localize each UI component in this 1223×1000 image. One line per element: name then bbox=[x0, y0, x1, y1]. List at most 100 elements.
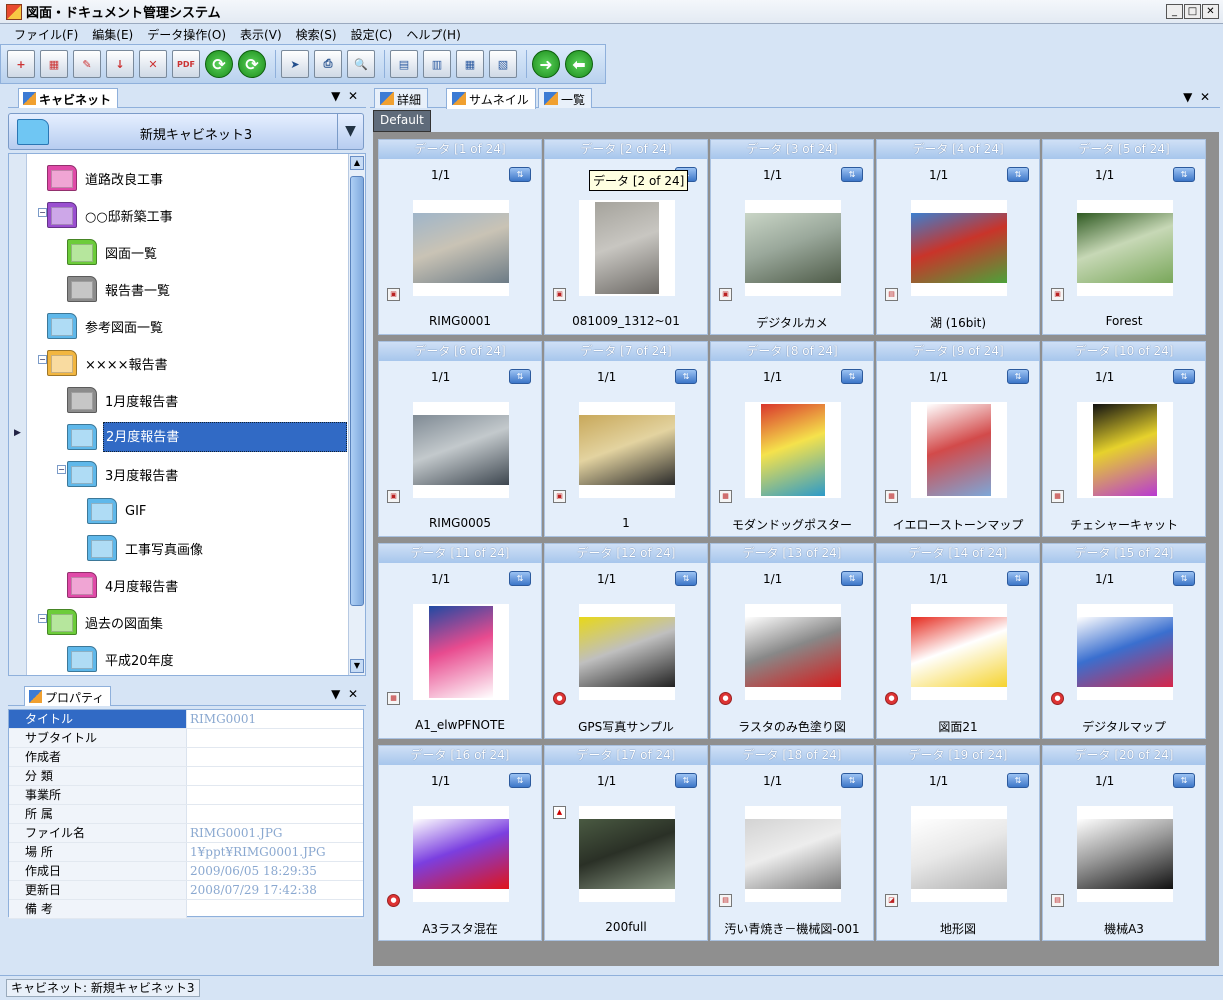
panel-close-button[interactable]: ✕ bbox=[348, 89, 358, 103]
forward-icon[interactable]: ➜ bbox=[532, 50, 560, 78]
tree-item[interactable]: 4月度報告書 bbox=[67, 571, 180, 599]
thumbnail-image-frame[interactable] bbox=[579, 402, 675, 498]
thumbnail-card[interactable]: データ [7 of 24] 1/1 ⇅ ▣ 1 bbox=[544, 341, 708, 537]
tab-cabinet[interactable]: キャビネット bbox=[18, 88, 119, 108]
thumbnail-card[interactable]: データ [20 of 24] 1/1 ⇅ ▤ 機械A3 bbox=[1042, 745, 1206, 941]
tab-view-1[interactable]: サムネイル bbox=[446, 88, 536, 109]
new-folder-icon[interactable]: ▦ bbox=[40, 50, 68, 78]
panel-pin-button[interactable]: ▼ bbox=[1183, 90, 1192, 104]
tree-item[interactable]: 報告書一覧 bbox=[67, 275, 172, 303]
thumbnail-image-frame[interactable] bbox=[579, 200, 675, 296]
page-spinner-icon[interactable]: ⇅ bbox=[841, 571, 863, 586]
thumbnail-card[interactable]: データ [3 of 24] 1/1 ⇅ ▣ デジタルカメ bbox=[710, 139, 874, 335]
tree-item[interactable]: 3月度報告書 bbox=[67, 460, 180, 488]
menu-item-2[interactable]: データ操作(O) bbox=[147, 26, 226, 43]
property-row[interactable]: 所 属 bbox=[9, 805, 363, 824]
page-spinner-icon[interactable]: ⇅ bbox=[1007, 369, 1029, 384]
page-spinner-icon[interactable]: ⇅ bbox=[1007, 167, 1029, 182]
property-value[interactable] bbox=[187, 729, 363, 747]
scroll-down-icon[interactable]: ▼ bbox=[350, 659, 364, 673]
save-green-2-icon[interactable]: ⟳ bbox=[238, 50, 266, 78]
property-row[interactable]: 事業所 bbox=[9, 786, 363, 805]
menu-item-6[interactable]: ヘルプ(H) bbox=[406, 26, 460, 43]
view-thumb-icon[interactable]: ▦ bbox=[456, 50, 484, 78]
property-value[interactable] bbox=[187, 805, 363, 823]
property-value[interactable] bbox=[187, 900, 363, 918]
thumbnail-card[interactable]: データ [15 of 24] 1/1 ⇅ ● デジタルマップ bbox=[1042, 543, 1206, 739]
tree-item[interactable]: 2月度報告書 bbox=[67, 422, 347, 452]
tree-item[interactable]: 図面一覧 bbox=[67, 238, 159, 266]
delete-icon[interactable]: ✕ bbox=[139, 50, 167, 78]
property-row[interactable]: 更新日 2008/07/29 17:42:38 bbox=[9, 881, 363, 900]
property-row[interactable]: 場 所 1¥ppt¥RIMG0001.JPG bbox=[9, 843, 363, 862]
page-spinner-icon[interactable]: ⇅ bbox=[841, 369, 863, 384]
property-value[interactable] bbox=[187, 767, 363, 785]
minimize-button[interactable]: _ bbox=[1166, 4, 1183, 19]
group-tab-default[interactable]: Default bbox=[373, 110, 431, 132]
thumbnail-image-frame[interactable] bbox=[1077, 806, 1173, 902]
view-detail-icon[interactable]: ▤ bbox=[390, 50, 418, 78]
collapse-icon[interactable]: − bbox=[38, 355, 47, 364]
thumbnail-card[interactable]: データ [9 of 24] 1/1 ⇅ ▦ イエローストーンマップ bbox=[876, 341, 1040, 537]
page-spinner-icon[interactable]: ⇅ bbox=[1173, 773, 1195, 788]
property-value[interactable]: 2008/07/29 17:42:38 bbox=[187, 881, 363, 899]
property-row[interactable]: 作成者 bbox=[9, 748, 363, 767]
tree-item[interactable]: 平成20年度 bbox=[67, 645, 176, 673]
back-icon[interactable]: ⬅ bbox=[565, 50, 593, 78]
tree-item[interactable]: GIF bbox=[87, 497, 148, 525]
property-value[interactable]: 1¥ppt¥RIMG0001.JPG bbox=[187, 843, 363, 861]
new-data-icon[interactable]: + bbox=[7, 50, 35, 78]
property-row[interactable]: サブタイトル bbox=[9, 729, 363, 748]
cabinet-selector[interactable]: 新規キャビネット3 ▼ bbox=[8, 113, 364, 150]
view-list-icon[interactable]: ▥ bbox=[423, 50, 451, 78]
thumbnail-card[interactable]: データ [2 of 24]1/1⇅▣081009_1312~01 bbox=[544, 139, 708, 335]
panel-pin-button[interactable]: ▼ bbox=[331, 89, 340, 103]
collapse-icon[interactable]: − bbox=[38, 208, 47, 217]
thumbnail-card[interactable]: データ [13 of 24] 1/1 ⇅ ● ラスタのみ色塗り図 bbox=[710, 543, 874, 739]
tree-item[interactable]: 工事写真画像 bbox=[87, 534, 205, 562]
import-icon[interactable]: ↓ bbox=[106, 50, 134, 78]
thumbnail-card[interactable]: データ [12 of 24] 1/1 ⇅ ● GPS写真サンプル bbox=[544, 543, 708, 739]
thumbnail-image-frame[interactable] bbox=[745, 200, 841, 296]
collapse-icon[interactable]: − bbox=[57, 465, 66, 474]
page-spinner-icon[interactable]: ⇅ bbox=[1173, 571, 1195, 586]
tab-properties[interactable]: プロパティ bbox=[24, 686, 112, 706]
menu-item-0[interactable]: ファイル(F) bbox=[14, 26, 78, 43]
tree-scrollbar[interactable]: ▲ ▼ bbox=[348, 154, 365, 675]
page-spinner-icon[interactable]: ⇅ bbox=[675, 369, 697, 384]
page-spinner-icon[interactable]: ⇅ bbox=[675, 773, 697, 788]
pdf-icon[interactable]: PDF bbox=[172, 50, 200, 78]
menu-item-3[interactable]: 表示(V) bbox=[240, 26, 282, 43]
thumbnail-image-frame[interactable] bbox=[579, 604, 675, 700]
page-spinner-icon[interactable]: ⇅ bbox=[509, 167, 531, 182]
thumbnail-image-frame[interactable] bbox=[745, 806, 841, 902]
thumbnail-card[interactable]: データ [6 of 24] 1/1 ⇅ ▣ RIMG0005 bbox=[378, 341, 542, 537]
thumbnail-image-frame[interactable] bbox=[745, 604, 841, 700]
thumbnail-image-frame[interactable] bbox=[1077, 402, 1173, 498]
page-spinner-icon[interactable]: ⇅ bbox=[1007, 571, 1029, 586]
print-icon[interactable]: ⎙ bbox=[314, 50, 342, 78]
thumbnail-image-frame[interactable] bbox=[413, 200, 509, 296]
thumbnail-image-frame[interactable] bbox=[745, 402, 841, 498]
send-icon[interactable]: ➤ bbox=[281, 50, 309, 78]
thumbnail-card[interactable]: データ [11 of 24] 1/1 ⇅ ▦ A1_elwPFNOTE bbox=[378, 543, 542, 739]
close-button[interactable]: ✕ bbox=[1202, 4, 1219, 19]
page-spinner-icon[interactable]: ⇅ bbox=[841, 167, 863, 182]
thumbnail-image-frame[interactable] bbox=[911, 402, 1007, 498]
panel-pin-button[interactable]: ▼ bbox=[331, 687, 340, 701]
page-spinner-icon[interactable]: ⇅ bbox=[509, 773, 531, 788]
menu-item-1[interactable]: 編集(E) bbox=[92, 26, 133, 43]
thumbnail-image-frame[interactable] bbox=[911, 806, 1007, 902]
property-row[interactable]: ファイル名 RIMG0001.JPG bbox=[9, 824, 363, 843]
thumbnail-image-frame[interactable] bbox=[911, 200, 1007, 296]
thumbnail-card[interactable]: データ [16 of 24] 1/1 ⇅ ● A3ラスタ混在 bbox=[378, 745, 542, 941]
thumbnail-card[interactable]: データ [5 of 24] 1/1 ⇅ ▣ Forest bbox=[1042, 139, 1206, 335]
panel-close-button[interactable]: ✕ bbox=[1200, 90, 1210, 104]
thumbnail-image-frame[interactable] bbox=[1077, 604, 1173, 700]
thumbnail-card[interactable]: データ [10 of 24] 1/1 ⇅ ▦ チェシャーキャット bbox=[1042, 341, 1206, 537]
scroll-up-icon[interactable]: ▲ bbox=[350, 156, 364, 170]
page-spinner-icon[interactable]: ⇅ bbox=[675, 571, 697, 586]
thumbnail-card[interactable]: データ [4 of 24] 1/1 ⇅ ▤ 湖 (16bit) bbox=[876, 139, 1040, 335]
scroll-thumb[interactable] bbox=[350, 176, 364, 606]
page-spinner-icon[interactable]: ⇅ bbox=[509, 369, 531, 384]
